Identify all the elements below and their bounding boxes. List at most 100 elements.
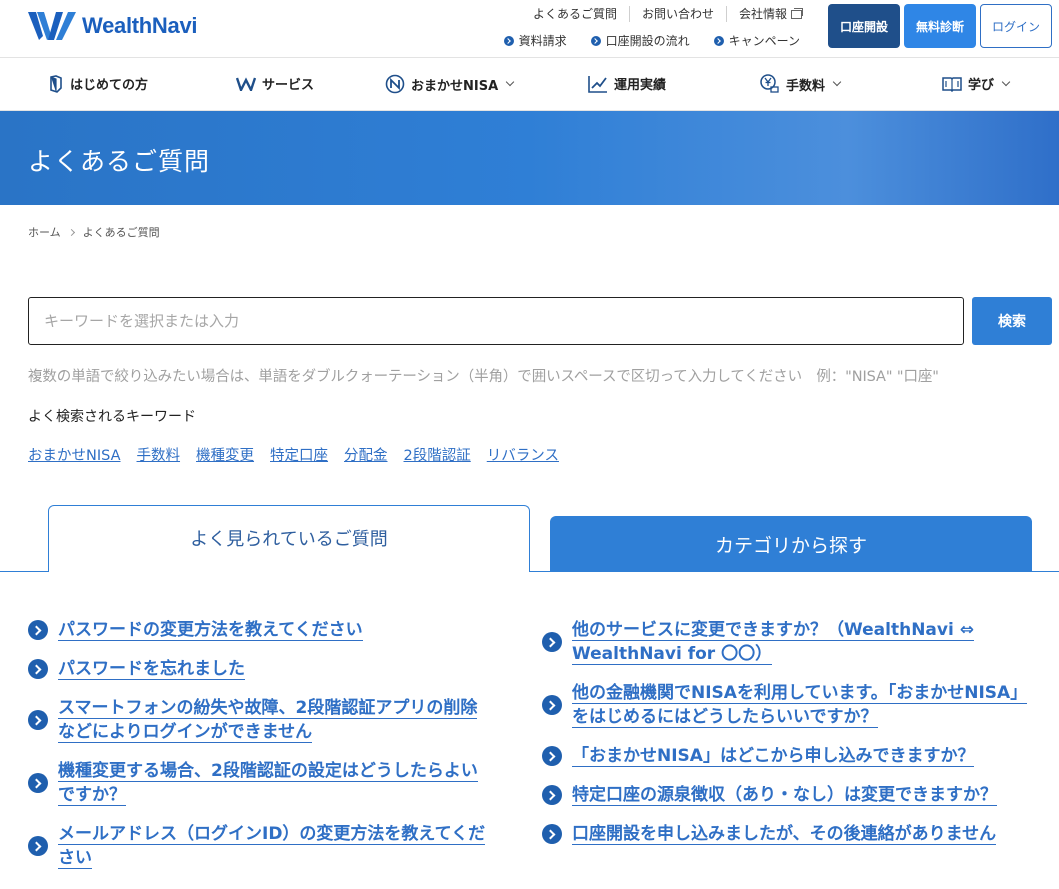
faq-link[interactable]: 特定口座の源泉徴収（あり・なし）は変更できますか？ [572, 783, 997, 807]
util-contact-link[interactable]: お問い合わせ [630, 6, 727, 22]
free-diagnosis-button[interactable]: 無料診断 [904, 4, 976, 48]
faq-link-text: 機種変更する場合、2段階認証の設定はどうしたらよいですか？ [58, 761, 478, 806]
faq-link-text: パスワードを忘れました [58, 659, 245, 680]
wealthnavi-logo-icon [28, 12, 76, 40]
nav-service-label: サービス [262, 78, 315, 93]
faq-link[interactable]: 他のサービスに変更できますか？（WealthNavi ⇔ WealthNavi … [572, 618, 1042, 666]
nav-learn-label: 学び [968, 78, 995, 93]
chevron-right-icon [67, 228, 75, 236]
book-icon [942, 76, 962, 92]
util-campaign-link[interactable]: キャンペーン [713, 32, 800, 49]
open-account-button[interactable]: 口座開設 [828, 4, 900, 48]
faq-item[interactable]: 特定口座の源泉徴収（あり・なし）は変更できますか？ [542, 783, 1042, 807]
nav-beginners-label: はじめての方 [70, 78, 149, 93]
arrow-circle-icon [590, 35, 601, 46]
nav-beginners[interactable]: はじめての方 [48, 74, 148, 93]
arrow-circle-icon [542, 824, 562, 844]
logo[interactable]: WealthNavi [28, 10, 197, 42]
nav-performance[interactable]: 運用実績 [588, 74, 666, 93]
faq-link-text: 口座開設を申し込みましたが、その後連絡がありません [572, 824, 997, 845]
nav-fees[interactable]: 手数料 [760, 74, 842, 94]
faq-link[interactable]: スマートフォンの紛失や故障、2段階認証アプリの削除などによりログインができません [58, 696, 488, 744]
keyword-link[interactable]: 手数料 [137, 444, 181, 465]
faq-link-text: 特定口座の源泉徴収（あり・なし）は変更できますか？ [572, 785, 997, 806]
nav-nisa-label: おまかせNISA [411, 78, 499, 94]
keyword-link[interactable]: 2段階認証 [404, 444, 471, 465]
faq-list-right: 他のサービスに変更できますか？（WealthNavi ⇔ WealthNavi … [542, 618, 1042, 861]
tab-popular-questions[interactable]: よく見られているご質問 [48, 505, 530, 572]
keyword-list: おまかせNISA 手数料 機種変更 特定口座 分配金 2段階認証 リバランス [28, 444, 575, 465]
search-button[interactable]: 検索 [972, 297, 1052, 345]
breadcrumb: ホーム よくあるご質問 [28, 224, 160, 240]
faq-item[interactable]: メールアドレス（ログインID）の変更方法を教えてください [28, 822, 488, 870]
arrow-circle-icon [28, 773, 48, 793]
page-title: よくあるご質問 [28, 147, 211, 176]
util-flow-link[interactable]: 口座開設の流れ [590, 32, 690, 49]
search-hint: 複数の単語で絞り込みたい場合は、単語をダブルクォーテーション（半角）で囲いスペー… [28, 369, 939, 385]
yen-coin-icon [760, 74, 779, 93]
faq-item[interactable]: 機種変更する場合、2段階認証の設定はどうしたらよいですか？ [28, 759, 488, 807]
breadcrumb-current: よくあるご質問 [82, 226, 160, 239]
faq-list-left: パスワードの変更方法を教えてください パスワードを忘れました スマートフォンの紛… [28, 618, 488, 885]
util-company-label: 会社情報 [738, 7, 787, 21]
chevron-down-icon [832, 77, 842, 87]
faq-link[interactable]: パスワードの変更方法を教えてください [58, 618, 363, 642]
breadcrumb-home[interactable]: ホーム [28, 224, 61, 240]
login-button[interactable]: ログイン [980, 4, 1052, 48]
faq-item[interactable]: 「おまかせNISA」はどこから申し込みできますか？ [542, 744, 1042, 768]
nav-learn[interactable]: 学び [942, 74, 1011, 93]
keyword-link[interactable]: 分配金 [344, 444, 388, 465]
w-logo-icon [236, 76, 256, 91]
arrow-circle-icon [28, 836, 48, 856]
arrow-circle-icon [28, 659, 48, 679]
faq-item[interactable]: 他の金融機関でNISAを利用しています。「おまかせNISA」をはじめるにはどうし… [542, 681, 1042, 729]
main-nav: はじめての方 サービス おまかせNISA 運用実績 手数料 学び [0, 59, 1059, 111]
faq-link[interactable]: 「おまかせNISA」はどこから申し込みできますか？ [572, 744, 975, 768]
keyword-link[interactable]: 特定口座 [270, 444, 328, 465]
utility-links: よくあるご質問 お問い合わせ 会社情報 [521, 6, 803, 22]
faq-link-text: スマートフォンの紛失や故障、2段階認証アプリの削除などによりログインができません [58, 698, 478, 743]
faq-item[interactable]: パスワードの変更方法を教えてください [28, 618, 488, 642]
external-link-icon [791, 8, 803, 19]
keyword-link[interactable]: 機種変更 [196, 444, 254, 465]
arrow-circle-icon [503, 35, 514, 46]
arrow-circle-icon [542, 632, 562, 652]
tab-categories[interactable]: カテゴリから探す [550, 516, 1032, 572]
faq-item[interactable]: パスワードを忘れました [28, 657, 488, 681]
util-campaign-label: キャンペーン [728, 34, 800, 48]
nisa-icon [385, 74, 405, 94]
faq-link[interactable]: パスワードを忘れました [58, 657, 245, 681]
faq-item[interactable]: スマートフォンの紛失や故障、2段階認証アプリの削除などによりログインができません [28, 696, 488, 744]
faq-item[interactable]: 他のサービスに変更できますか？（WealthNavi ⇔ WealthNavi … [542, 618, 1042, 666]
line-chart-icon [588, 75, 607, 93]
util-flow-label: 口座開設の流れ [605, 34, 690, 48]
arrow-circle-icon [28, 710, 48, 730]
keywords-title: よく検索されるキーワード [28, 409, 196, 425]
nav-performance-label: 運用実績 [614, 78, 667, 93]
faq-link-text: 「おまかせNISA」はどこから申し込みできますか？ [572, 746, 975, 767]
util-company-link[interactable]: 会社情報 [727, 6, 803, 22]
faq-link[interactable]: 他の金融機関でNISAを利用しています。「おまかせNISA」をはじめるにはどうし… [572, 681, 1042, 729]
utility-links-secondary: 資料請求 口座開設の流れ キャンペーン [480, 32, 800, 49]
faq-link[interactable]: 機種変更する場合、2段階認証の設定はどうしたらよいですか？ [58, 759, 488, 807]
keyword-link[interactable]: リバランス [487, 444, 559, 465]
nav-nisa[interactable]: おまかせNISA [385, 74, 515, 94]
faq-link[interactable]: 口座開設を申し込みましたが、その後連絡がありません [572, 822, 997, 846]
arrow-circle-icon [542, 746, 562, 766]
faq-link[interactable]: メールアドレス（ログインID）の変更方法を教えてください [58, 822, 488, 870]
faq-item[interactable]: 口座開設を申し込みましたが、その後連絡がありません [542, 822, 1042, 846]
util-faq-link[interactable]: よくあるご質問 [521, 6, 630, 22]
faq-link-text: メールアドレス（ログインID）の変更方法を教えてください [58, 824, 486, 869]
keyword-link[interactable]: おまかせNISA [28, 444, 121, 465]
arrow-circle-icon [542, 785, 562, 805]
top-header: WealthNavi よくあるご質問 お問い合わせ 会社情報 資料請求 口座開設… [0, 0, 1059, 58]
leaf-icon [50, 74, 62, 93]
arrow-circle-icon [28, 620, 48, 640]
faq-link-text: 他のサービスに変更できますか？（WealthNavi ⇔ WealthNavi … [572, 620, 974, 665]
util-documents-link[interactable]: 資料請求 [503, 32, 567, 49]
search-input[interactable] [28, 297, 964, 345]
page-hero: よくあるご質問 [0, 111, 1059, 205]
nav-service[interactable]: サービス [236, 74, 314, 93]
chevron-down-icon [505, 77, 515, 87]
nav-fees-label: 手数料 [786, 78, 826, 94]
